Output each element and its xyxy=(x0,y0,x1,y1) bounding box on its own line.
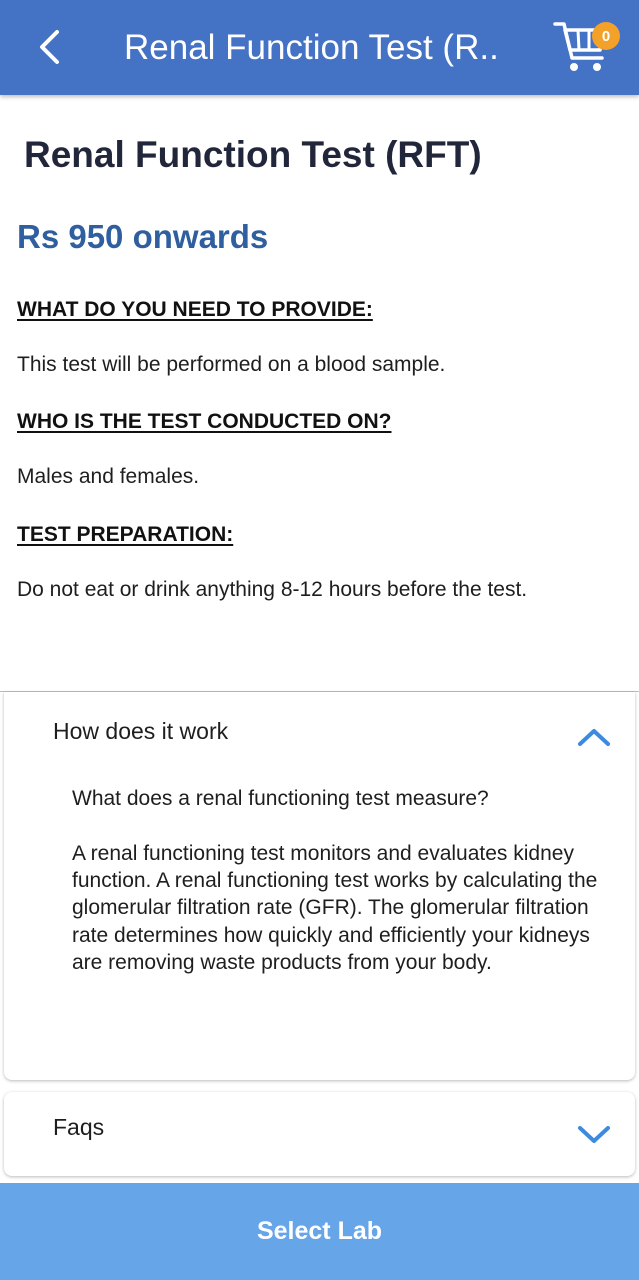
provide-heading: WHAT DO YOU NEED TO PROVIDE: xyxy=(17,298,373,321)
test-title: Renal Function Test (RFT) xyxy=(24,134,482,175)
chevron-down-icon[interactable] xyxy=(577,1125,611,1145)
faqs-header[interactable]: Faqs xyxy=(53,1112,104,1142)
faqs-accordion[interactable]: Faqs xyxy=(4,1092,635,1176)
chevron-left-icon xyxy=(40,30,59,64)
how-it-works-header[interactable]: How does it work xyxy=(53,716,228,746)
app-bar: Renal Function Test (R.. 0 xyxy=(0,0,639,95)
how-it-works-question: What does a renal functioning test measu… xyxy=(72,787,489,810)
provide-text: This test will be performed on a blood s… xyxy=(17,353,446,376)
preparation-text: Do not eat or drink anything 8-12 hours … xyxy=(17,578,528,601)
how-it-works-answer: A renal functioning test monitors and ev… xyxy=(72,842,598,974)
page-title: Renal Function Test (R.. xyxy=(124,28,499,67)
preparation-heading: TEST PREPARATION: xyxy=(17,523,234,546)
test-price: Rs 950 onwards xyxy=(17,218,269,255)
conducted-on-text: Males and females. xyxy=(17,465,200,488)
select-lab-button[interactable]: Select Lab xyxy=(0,1183,639,1280)
conducted-on-heading: WHO IS THE TEST CONDUCTED ON? xyxy=(17,410,392,433)
how-it-works-accordion: How does it work What does a renal funct… xyxy=(4,692,635,1080)
cart-count-badge: 0 xyxy=(592,22,620,50)
chevron-up-icon[interactable] xyxy=(577,727,611,747)
cart-button[interactable]: 0 xyxy=(552,16,622,78)
back-button[interactable] xyxy=(24,22,74,72)
